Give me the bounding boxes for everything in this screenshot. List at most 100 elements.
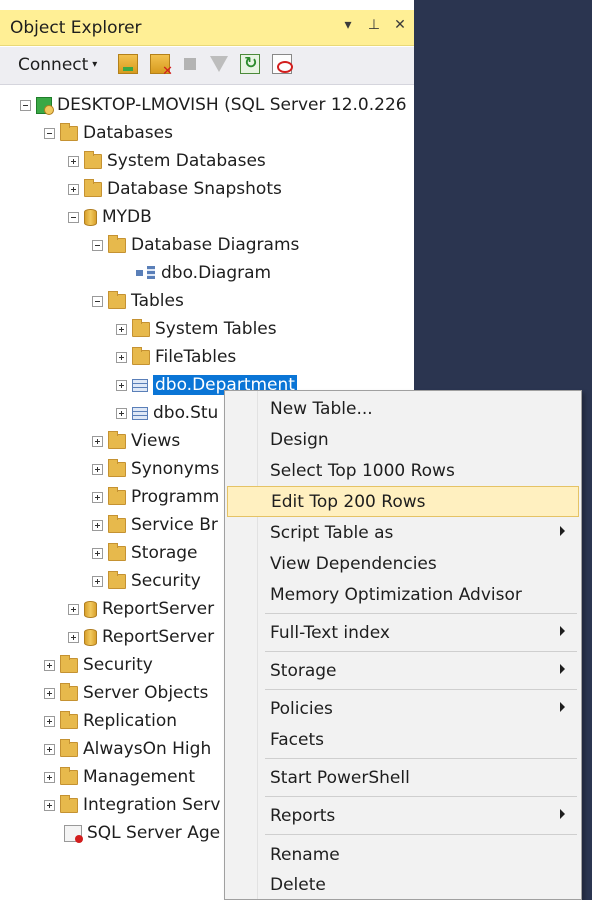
menu-item-view-dependencies[interactable]: View Dependencies [227,548,579,579]
connect-button[interactable]: Connect ▾ [18,55,97,75]
stop-icon[interactable] [184,58,196,70]
menu-item-start-powershell[interactable]: Start PowerShell [227,762,579,793]
connect-dropdown-icon[interactable]: ▾ [92,59,97,70]
folder-icon [108,514,126,533]
tree-node-label: Database Diagrams [131,235,300,255]
menu-item-policies[interactable]: Policies [227,693,579,724]
tree-node-label: DESKTOP-LMOVISH (SQL Server 12.0.226 [57,95,407,115]
expand-icon[interactable] [68,603,79,615]
collapse-icon[interactable] [20,99,31,111]
expand-icon[interactable] [116,323,127,335]
folder-icon [60,122,78,141]
expand-icon[interactable] [116,379,127,391]
server-icon [36,96,54,115]
collapse-icon[interactable] [44,127,55,139]
tree-node-integration-services[interactable]: Integration Serv [44,792,220,818]
tree-node-label: Security [131,571,201,591]
menu-item-memory-optimization-advisor[interactable]: Memory Optimization Advisor [227,579,579,610]
pin-icon[interactable]: ⊥ [366,17,382,33]
tree-node-label: Storage [131,543,198,563]
database-icon [84,600,97,618]
tree-node-label: Tables [131,291,184,311]
tree-node-mydb[interactable]: MYDB [68,204,152,230]
expand-icon[interactable] [92,575,103,587]
tree-node-service-broker[interactable]: Service Br [92,512,218,538]
expand-icon[interactable] [92,519,103,531]
submenu-arrow-icon [560,664,565,674]
refresh-icon[interactable] [240,53,260,74]
tree-node-database-diagrams[interactable]: Database Diagrams [92,232,299,258]
expand-icon[interactable] [68,631,79,643]
collapse-icon[interactable] [92,295,103,307]
tree-node-system-databases[interactable]: System Databases [68,148,266,174]
expand-icon[interactable] [44,659,55,671]
disconnect-icon[interactable] [150,54,173,79]
tree-node-databases[interactable]: Databases [44,120,173,146]
folder-icon [60,710,78,729]
expand-icon[interactable] [44,771,55,783]
menu-item-storage[interactable]: Storage [227,655,579,686]
tree-node-label: dbo.Stu [153,403,219,423]
expand-icon[interactable] [116,407,127,419]
folder-icon [108,430,126,449]
tree-node-synonyms[interactable]: Synonyms [92,456,219,482]
tree-node-reportserver[interactable]: ReportServer [68,596,214,622]
tree-node-server-objects[interactable]: Server Objects [44,680,208,706]
tree-node-storage[interactable]: Storage [92,540,198,566]
menu-item-edit-top-rows[interactable]: Edit Top 200 Rows [227,486,579,517]
expand-icon[interactable] [68,155,79,167]
tree-node-filetables[interactable]: FileTables [116,344,236,370]
expand-icon[interactable] [92,435,103,447]
agent-icon [64,824,83,843]
expand-icon[interactable] [92,463,103,475]
tree-node-tables[interactable]: Tables [92,288,184,314]
menu-item-facets[interactable]: Facets [227,724,579,755]
expand-icon[interactable] [68,183,79,195]
tree-node-sql-server-agent[interactable]: SQL Server Age [64,820,220,846]
tree-node-replication[interactable]: Replication [44,708,177,734]
tree-node-system-tables[interactable]: System Tables [116,316,277,342]
tree-node-dbo-diagram[interactable]: dbo.Diagram [136,260,271,286]
expand-icon[interactable] [44,743,55,755]
menu-item-design[interactable]: Design [227,424,579,455]
filter-icon[interactable] [210,56,228,72]
tree-node-security[interactable]: Security [44,652,153,678]
tree-node-dbo-student[interactable]: dbo.Stu [116,400,218,426]
tree-node-label: AlwaysOn High [83,739,212,759]
tree-node-management[interactable]: Management [44,764,195,790]
menu-item-rename[interactable]: Rename [227,839,579,870]
menu-item-select-top-rows[interactable]: Select Top 1000 Rows [227,455,579,486]
tree-node-programmability[interactable]: Programm [92,484,219,510]
tree-node-alwayson[interactable]: AlwaysOn High [44,736,211,762]
connect-object-explorer-icon[interactable] [118,54,138,74]
tree-node-security-db[interactable]: Security [92,568,201,594]
collapse-icon[interactable] [68,211,79,223]
expand-icon[interactable] [92,547,103,559]
expand-icon[interactable] [116,351,127,363]
tree-node-reportserver-tempdb[interactable]: ReportServer [68,624,214,650]
tree-node-label: Synonyms [131,459,220,479]
expand-icon[interactable] [44,715,55,727]
expand-icon[interactable] [92,491,103,503]
menu-separator [265,651,577,652]
menu-item-script-table-as[interactable]: Script Table as [227,517,579,548]
collapse-icon[interactable] [92,239,103,251]
tree-node-label: Views [131,431,181,451]
tree-node-database-snapshots[interactable]: Database Snapshots [68,176,282,202]
close-icon[interactable]: ✕ [392,17,408,33]
activity-monitor-icon[interactable] [272,54,293,74]
submenu-arrow-icon [560,526,565,536]
menu-item-label: Design [270,429,329,450]
tree-node-server[interactable]: DESKTOP-LMOVISH (SQL Server 12.0.226 [20,92,407,118]
folder-icon [108,542,126,561]
menu-item-full-text-index[interactable]: Full-Text index [227,617,579,648]
tree-node-views[interactable]: Views [92,428,180,454]
menu-item-delete[interactable]: Delete [227,869,579,900]
menu-item-reports[interactable]: Reports [227,800,579,831]
expand-icon[interactable] [44,799,55,811]
menu-item-label: Storage [270,660,337,681]
menu-item-new-table[interactable]: New Table... [227,393,579,424]
folder-icon [60,654,78,673]
window-position-icon[interactable]: ▾ [340,17,356,33]
expand-icon[interactable] [44,687,55,699]
